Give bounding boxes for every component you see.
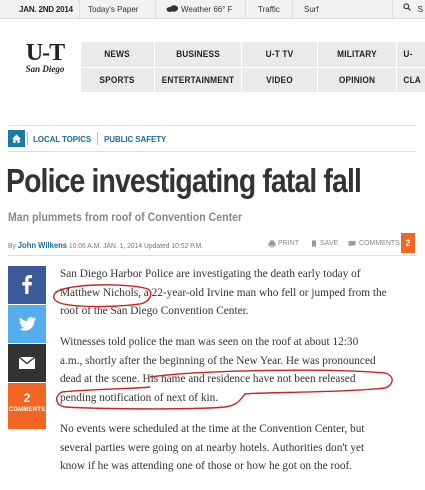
divider	[8, 151, 416, 152]
share-comments-label: COMMENTS	[8, 407, 46, 413]
logo-mark: U-T	[25, 40, 65, 66]
traffic-link[interactable]: Traffic	[258, 5, 280, 14]
divider	[97, 132, 98, 145]
nav-ut-cut[interactable]: U-	[399, 42, 425, 66]
facebook-icon	[22, 275, 32, 294]
main-nav: NEWS BUSINESS U-T TV MILITARY U- SPORTS …	[80, 42, 425, 92]
facebook-share-button[interactable]	[8, 266, 46, 304]
utility-bar: JAN. 2ND 2014 Today's Paper Weather 66° …	[0, 0, 425, 19]
divider	[392, 0, 393, 18]
publish-date: JAN. 1, 2014	[103, 241, 143, 250]
site-logo[interactable]: U-T San Diego	[20, 40, 70, 74]
paragraph-line: Matthew Nichols, a 22-year-old Irvine ma…	[60, 286, 387, 299]
comments-button[interactable]: COMMENTS	[359, 240, 400, 247]
article-title: Police investigating fatal fall	[6, 162, 362, 199]
weather-link[interactable]: Weather 66° F	[181, 5, 233, 14]
byline: By John Wilkens 10:06 A.M. JAN. 1, 2014 …	[8, 240, 203, 250]
article-paragraph: No events were scheduled at the time at …	[60, 420, 420, 476]
nav-sports[interactable]: SPORTS	[83, 68, 151, 92]
paragraph-line: roof of the San Diego Convention Center.	[60, 305, 249, 317]
updated-time: Updated 10:52 P.M.	[143, 241, 204, 250]
nav-opinion[interactable]: OPINION	[321, 68, 393, 92]
todays-paper-link[interactable]: Today's Paper	[88, 5, 138, 14]
nav-ut-tv[interactable]: U-T TV	[245, 42, 314, 66]
nav-divider	[317, 42, 318, 92]
comment-count-badge[interactable]: 2	[401, 233, 415, 253]
paragraph-line: a.m., shortly after the beginning of the…	[60, 354, 376, 367]
current-date: JAN. 2ND 2014	[19, 5, 73, 14]
comment-icon[interactable]	[348, 240, 356, 248]
home-button[interactable]	[8, 130, 25, 147]
article-paragraph: San Diego Harbor Police are investigatin…	[60, 265, 420, 321]
surf-link[interactable]: Surf	[304, 5, 319, 14]
publish-time: 10:06 A.M.	[68, 241, 102, 250]
save-button[interactable]: SAVE	[320, 240, 338, 247]
breadcrumb-local-topics[interactable]: LOCAL TOPICS	[33, 135, 91, 144]
divider	[292, 0, 293, 18]
divider	[8, 125, 416, 126]
nav-divider	[80, 42, 81, 92]
paragraph-line: pending notification of next of kin.	[60, 391, 219, 404]
logo-city: San Diego	[25, 64, 65, 74]
divider	[8, 255, 416, 256]
print-button[interactable]: PRINT	[278, 240, 299, 247]
paragraph-line: No events were scheduled at the time at …	[60, 423, 365, 435]
article-subtitle: Man plummets from roof of Convention Cen…	[8, 210, 243, 224]
email-icon	[18, 356, 36, 369]
print-icon[interactable]	[268, 240, 276, 248]
divider	[79, 0, 80, 18]
paragraph-line: Witnesses told police the man was seen o…	[60, 336, 359, 348]
nav-entertainment[interactable]: ENTERTAINMENT	[158, 68, 237, 92]
nav-military[interactable]: MILITARY	[321, 42, 393, 66]
nav-news[interactable]: NEWS	[83, 42, 151, 66]
paragraph-line: several parties were going on at nearby …	[60, 441, 365, 454]
nav-divider	[396, 42, 397, 92]
nav-divider	[154, 42, 155, 92]
breadcrumb-public-safety[interactable]: PUBLIC SAFETY	[104, 135, 166, 144]
author-link[interactable]: John Wilkens	[18, 240, 67, 250]
comments-share-button[interactable]: 2 COMMENTS	[8, 383, 46, 429]
article-paragraph: Witnesses told police the man was seen o…	[60, 333, 420, 407]
bookmark-icon[interactable]	[310, 240, 318, 248]
divider	[245, 0, 246, 18]
email-share-button[interactable]	[8, 344, 46, 382]
home-icon	[12, 134, 21, 143]
search-label[interactable]: S	[418, 5, 423, 14]
paragraph-line: dead at the scene. His name and residenc…	[60, 373, 356, 385]
byline-by: By	[8, 241, 16, 250]
nav-divider	[241, 42, 242, 92]
nav-video[interactable]: VIDEO	[245, 68, 314, 92]
paragraph-line: know if he was attending one of those or…	[60, 460, 353, 472]
paragraph-line: San Diego Harbor Police are investigatin…	[60, 268, 361, 280]
twitter-icon	[18, 316, 36, 331]
nav-business[interactable]: BUSINESS	[158, 42, 237, 66]
twitter-share-button[interactable]	[8, 305, 46, 343]
divider	[27, 132, 28, 145]
divider	[155, 0, 156, 18]
share-comment-count: 2	[23, 391, 31, 405]
nav-classifieds-cut[interactable]: CLA	[399, 68, 425, 92]
cloud-icon	[166, 5, 178, 12]
search-icon[interactable]	[403, 3, 411, 11]
